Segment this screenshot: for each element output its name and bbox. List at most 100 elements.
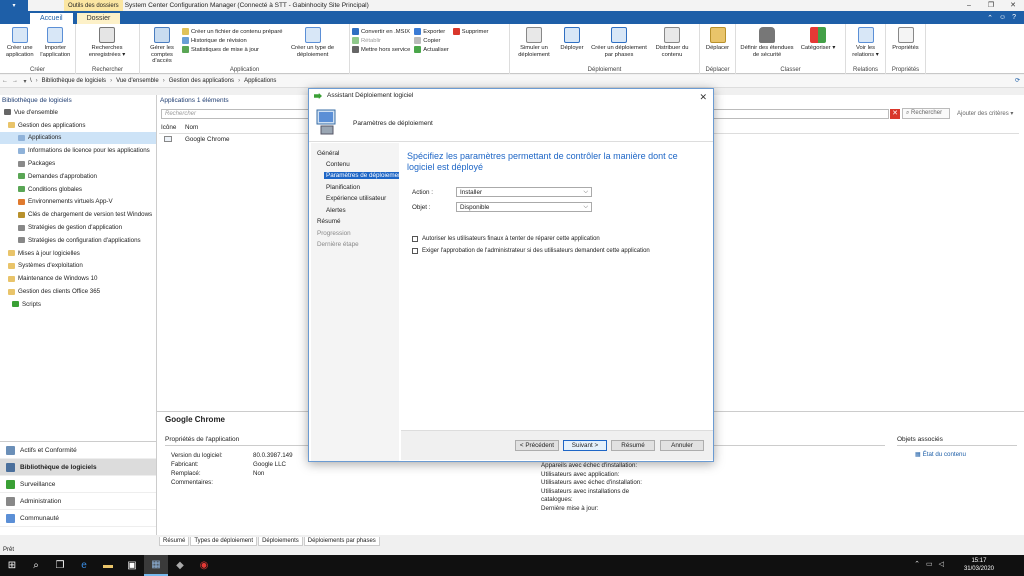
tree-item-approval-requests[interactable]: Demandes d'approbation [0,170,156,183]
volume-icon[interactable]: ◁ [939,560,944,568]
saved-searches-button[interactable]: Recherches enregistrées ▾ [78,26,136,58]
ribbon-group-move: Déplacer Déplacer [700,24,736,74]
retire-button[interactable]: Mettre hors service [352,46,410,53]
tab-summary[interactable]: Résumé [159,537,190,546]
forward-icon[interactable]: → [10,78,20,84]
manage-access-accounts-button[interactable]: Gérer les comptes d'accès [142,26,182,65]
breadcrumb-overview[interactable]: Vue d'ensemble [116,78,159,84]
cancel-button[interactable]: Annuler [660,440,704,451]
configmgr-console-icon[interactable]: ▦ [144,555,168,576]
tree-item-sideloading-keys[interactable]: Clés de chargement de version test Windo… [0,208,156,221]
breadcrumb-applications[interactable]: Applications [244,78,276,84]
store-icon[interactable]: ▣ [120,555,144,576]
breadcrumb-app-management[interactable]: Gestion des applications [169,78,234,84]
refresh-icon[interactable]: ⟳ [1015,77,1020,84]
tab-home[interactable]: Accueil [30,13,73,24]
clear-search-icon[interactable]: ✕ [890,109,900,119]
start-icon[interactable]: ⊞ [0,555,24,576]
tree-item-packages[interactable]: Packages [0,157,156,170]
delete-button[interactable]: Supprimer [452,28,489,35]
tree-item-office365-management[interactable]: Gestion des clients Office 365 [0,285,156,298]
tree-item-software-updates[interactable]: Mises à jour logicielles [0,247,156,260]
tab-phased-deployments[interactable]: Déploiements par phases [303,537,380,546]
tree-item-operating-systems[interactable]: Systèmes d'exploitation [0,260,156,273]
close-button[interactable]: ✕ [1002,0,1024,11]
task-view-icon[interactable]: ❐ [48,555,72,576]
restore-button[interactable]: Rétablir [352,37,410,44]
workspace-community[interactable]: Communauté [0,510,156,527]
tree-item-app-management-policies[interactable]: Stratégies de gestion d'application [0,221,156,234]
refresh-button[interactable]: Actualiser [414,46,449,53]
group-label-search: Rechercher [91,67,123,73]
tray-chevron-icon[interactable]: ⌃ [914,560,920,568]
column-header-icon[interactable]: Icône [159,124,185,133]
update-statistics-button[interactable]: Statistiques de mise à jour [182,46,283,53]
ribbon-collapse-icon[interactable]: ⌃ [987,14,993,22]
search-icon[interactable]: ⌕ [24,555,48,576]
purpose-select[interactable]: Disponible ⌵ [456,202,592,212]
help-icon[interactable]: ? [1012,14,1016,22]
workspace-software-library[interactable]: Bibliothèque de logiciels [0,459,156,476]
workspace-monitoring[interactable]: Surveillance [0,476,156,493]
file-explorer-icon[interactable]: ▬ [96,555,120,576]
tab-folder[interactable]: Dossier [76,13,121,24]
tree-item-license-info[interactable]: Informations de licence pour les applica… [0,144,156,157]
tree-item-windows10-servicing[interactable]: Maintenance de Windows 10 [0,272,156,285]
allow-repair-checkbox[interactable]: Autoriser les utilisateurs finaux à tent… [412,236,600,242]
workspace-administration[interactable]: Administration [0,493,156,510]
import-application-button[interactable]: Importer l'application [38,26,74,58]
deploy-button[interactable]: Déployer [556,26,588,52]
create-application-button[interactable]: Créer une application [2,26,38,58]
conditions-icon [18,186,25,193]
tree-item-applications[interactable]: Applications [0,131,156,145]
tree-item-scripts[interactable]: Scripts [0,298,156,311]
create-deployment-type-button[interactable]: Créer un type de déploiement [287,26,339,58]
previous-button[interactable]: < Précédent [515,440,559,451]
network-icon[interactable]: ▭ [926,560,933,568]
deploy-icon [564,27,580,43]
minimize-button[interactable]: – [958,0,980,11]
history-dropdown-icon[interactable]: ▾ [20,78,30,85]
edge-icon[interactable]: e [72,555,96,576]
security-scopes-button[interactable]: Définir des étendues de sécurité [738,26,796,58]
breadcrumb-software-library[interactable]: Bibliothèque de logiciels [42,78,106,84]
workspace-assets[interactable]: Actifs et Conformité [0,442,156,459]
copy-button[interactable]: Copier [414,37,448,44]
checkbox-box [412,236,418,242]
distribute-content-button[interactable]: Distribuer du contenu [650,26,694,58]
revision-history-button[interactable]: Historique de révision [182,37,283,44]
add-criteria-link[interactable]: Ajouter des critères ▾ [957,110,1013,117]
properties-button[interactable]: Propriétés [888,26,923,52]
simulate-deployment-button[interactable]: Simuler un déploiement [512,26,556,58]
chrome-icon[interactable]: ◉ [192,555,216,576]
move-button[interactable]: Déplacer [702,26,733,52]
tree-item-global-conditions[interactable]: Conditions globales [0,183,156,196]
content-status-link[interactable]: ▦ État du contenu [915,451,966,458]
action-select[interactable]: Installer ⌵ [456,187,592,197]
clock[interactable]: 15:17 31/03/2020 [964,557,994,573]
categorize-button[interactable]: Catégoriser ▾ [796,26,840,52]
wizard-close-icon[interactable]: ✕ [699,90,707,104]
tree-item-app-configuration-policies[interactable]: Stratégies de configuration d'applicatio… [0,234,156,247]
convert-msix-button[interactable]: Convertir en .MSIX [352,28,410,35]
tree-item-overview[interactable]: Vue d'ensemble [0,106,156,119]
app-icon[interactable]: ◆ [168,555,192,576]
summary-button[interactable]: Résumé [611,440,655,451]
back-icon[interactable]: ← [0,78,10,84]
search-button[interactable]: ⌕ Rechercher [902,108,950,119]
context-tab-folder-tools: Outils des dossiers [64,0,123,11]
export-button[interactable]: Exporter [414,28,448,35]
maximize-button[interactable]: ❐ [980,0,1002,11]
phased-deployment-button[interactable]: Créer un déploiement par phases [588,26,650,58]
create-prestaged-content-button[interactable]: Créer un fichier de contenu préparé [182,28,283,35]
tree-item-app-management[interactable]: Gestion des applications [0,119,156,132]
view-relations-button[interactable]: Voir les relations ▾ [848,26,883,58]
next-button[interactable]: Suivant > [563,440,607,451]
feedback-icon[interactable]: ☺ [999,14,1006,22]
quick-access-menu[interactable]: ▾ [0,0,28,11]
tab-deployments[interactable]: Déploiements [258,537,303,546]
tab-deployment-types[interactable]: Types de déploiement [190,537,258,546]
breadcrumb-root[interactable]: \ [30,78,32,84]
tree-item-appv-environments[interactable]: Environnements virtuels App-V [0,196,156,209]
require-approval-checkbox[interactable]: Exiger l'approbation de l'administrateur… [412,248,650,254]
